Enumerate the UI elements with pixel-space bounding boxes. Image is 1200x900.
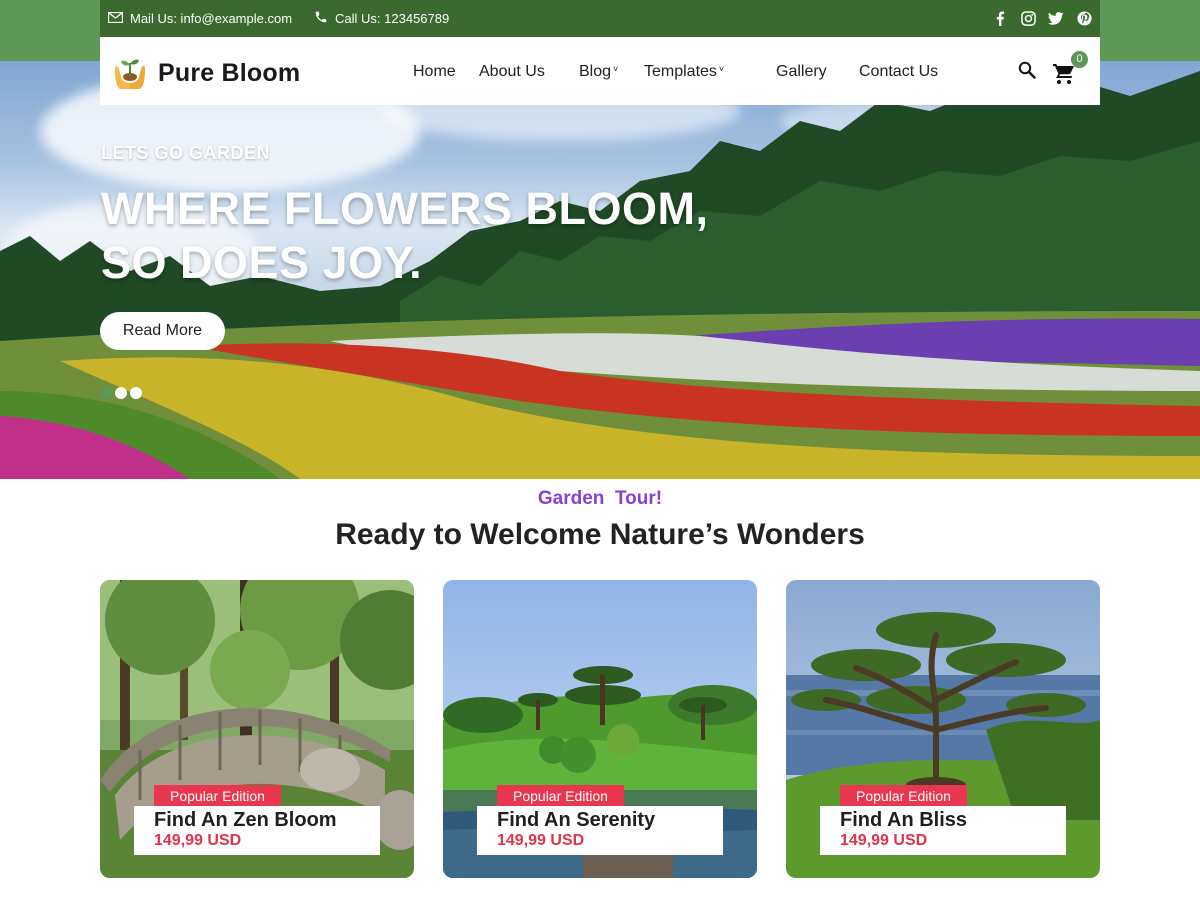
sprout-hands-icon [112,53,148,94]
section-title: Ready to Welcome Nature’s Wonders [335,518,865,551]
mail-icon [107,11,124,26]
nav-label: Templates [644,63,717,80]
phone-text: Call Us: 123456789 [335,11,450,26]
tour-card[interactable]: Popular Edition Find An Zen Bloom 149,99… [100,580,414,878]
card-price: 149,99 USD [840,832,928,849]
nav-home[interactable]: Home [413,63,456,81]
nav-templates[interactable]: Templates ˅ [644,63,724,81]
cart-button[interactable]: 0 [1052,51,1088,85]
card-price: 149,99 USD [154,832,242,849]
nav-label: Blog [579,63,612,80]
slider-dot[interactable] [100,387,112,399]
phone-contact[interactable]: Call Us: 123456789 [314,10,449,27]
mail-text: Mail Us: info@example.com [130,11,293,26]
nav-about-us[interactable]: About Us [479,63,545,81]
card-title: Find An Zen Bloom [154,809,337,831]
tour-card[interactable]: Popular Edition Find An Serenity 149,99 … [443,580,757,878]
brand-name: Pure Bloom [158,59,301,87]
instagram-icon[interactable] [1020,11,1036,27]
hero-title-line: WHERE FLOWERS BLOOM, [101,183,709,234]
chevron-down-icon: ˅ [718,64,725,74]
chevron-down-icon: ˅ [613,64,619,74]
card-badge: Popular Edition [497,785,624,807]
pinterest-icon[interactable] [1076,11,1092,27]
mail-contact[interactable]: Mail Us: info@example.com [107,11,293,26]
hero-kicker: LETS GO GARDEN [101,143,271,163]
tour-cards: Popular Edition Find An Zen Bloom 149,99… [100,580,1100,878]
social-links [992,11,1092,27]
hero-title: WHERE FLOWERS BLOOM, SO DOES JOY. [101,182,708,290]
nav-label: Home [413,63,456,80]
phone-icon [314,10,328,27]
card-badge: Popular Edition [154,785,281,807]
slider-dot[interactable] [130,387,142,399]
card-info: Find An Serenity 149,99 USD [477,806,723,855]
hero-slider: LETS GO GARDEN WHERE FLOWERS BLOOM, SO D… [0,61,1200,479]
twitter-icon[interactable] [1048,11,1064,27]
nav-label: Contact Us [859,63,939,80]
section-kicker: Garden Tour! [537,488,663,509]
card-info: Find An Bliss 149,99 USD [820,806,1066,855]
nav-gallery[interactable]: Gallery [776,63,827,81]
card-badge: Popular Edition [840,785,967,807]
slider-dots [100,387,142,399]
hero-title-line: SO DOES JOY. [101,237,423,288]
cart-count-badge: 0 [1071,51,1088,68]
card-price: 149,99 USD [497,832,585,849]
card-info: Find An Zen Bloom 149,99 USD [134,806,380,855]
brand-logo[interactable]: Pure Bloom [112,53,300,94]
slider-dot[interactable] [115,387,127,399]
nav-contact-us[interactable]: Contact Us [859,63,938,81]
tour-card[interactable]: Popular Edition Find An Bliss 149,99 USD [786,580,1100,878]
header-actions: 0 [1018,51,1088,85]
facebook-icon[interactable] [992,11,1008,27]
nav-label: About Us [479,63,545,80]
card-title: Find An Serenity [497,809,656,831]
read-more-button[interactable]: Read More [100,312,225,350]
nav-label: Gallery [776,63,827,80]
top-bar: Mail Us: info@example.com Call Us: 12345… [100,0,1100,37]
search-icon[interactable] [1018,61,1036,84]
site-header: Pure Bloom Home About Us Blog ˅ Templates… [100,37,1100,105]
hero-content: LETS GO GARDEN WHERE FLOWERS BLOOM, SO D… [101,143,708,290]
card-title: Find An Bliss [840,809,968,831]
nav-blog[interactable]: Blog ˅ [579,63,618,81]
